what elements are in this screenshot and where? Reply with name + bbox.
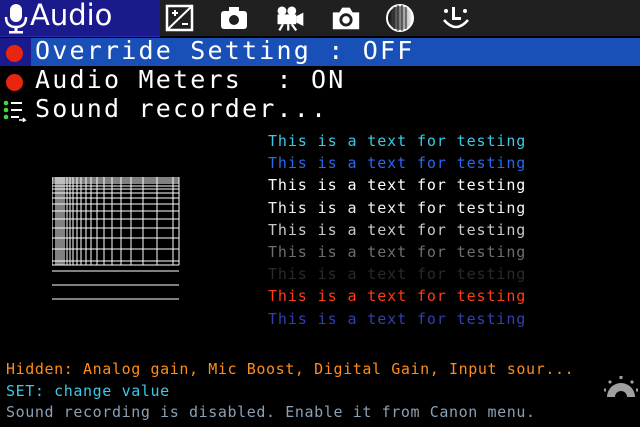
menu-item-label: Audio Meters : ON [35,65,346,94]
test-line: This is a text for testing [268,220,527,239]
submenu-list-icon [3,100,27,122]
test-line: This is a text for testing [268,198,527,217]
menu-item-sound-recorder[interactable]: Sound recorder... [0,94,640,124]
test-grid-pattern [52,177,180,300]
test-line: This is a text for testing [268,309,527,328]
microphone-icon [4,4,28,34]
movie-camera-icon[interactable] [274,3,306,33]
exposure-icon[interactable] [164,3,196,33]
focus-icon[interactable] [384,3,416,33]
test-line: This is a text for testing [268,176,527,195]
status-text: Sound recording is disabled. Enable it f… [6,403,536,421]
smiley-icon[interactable] [440,3,472,33]
camera-body-icon[interactable] [218,3,250,33]
test-line: This is a text for testing [268,265,527,284]
test-line: This is a text for testing [268,132,527,150]
menu-item-label: Override Setting : OFF [35,36,415,65]
menu-item-override-setting[interactable]: Override Setting : OFF [0,36,640,66]
set-hint-text: SET: change value [6,382,170,400]
gear-icon [604,376,638,397]
photo-camera-icon[interactable] [330,3,362,33]
tab-audio-label: Audio [30,0,113,32]
hidden-settings-text: Hidden: Analog gain, Mic Boost, Digital … [6,360,575,378]
menu-item-audio-meters[interactable]: Audio Meters : ON [0,65,640,95]
bullet-icon [6,74,23,91]
test-line: This is a text for testing [268,154,527,173]
bullet-icon [6,45,23,62]
test-line: This is a text for testing [268,287,527,306]
menu-item-label: Sound recorder... [35,94,329,123]
test-line: This is a text for testing [268,243,527,261]
